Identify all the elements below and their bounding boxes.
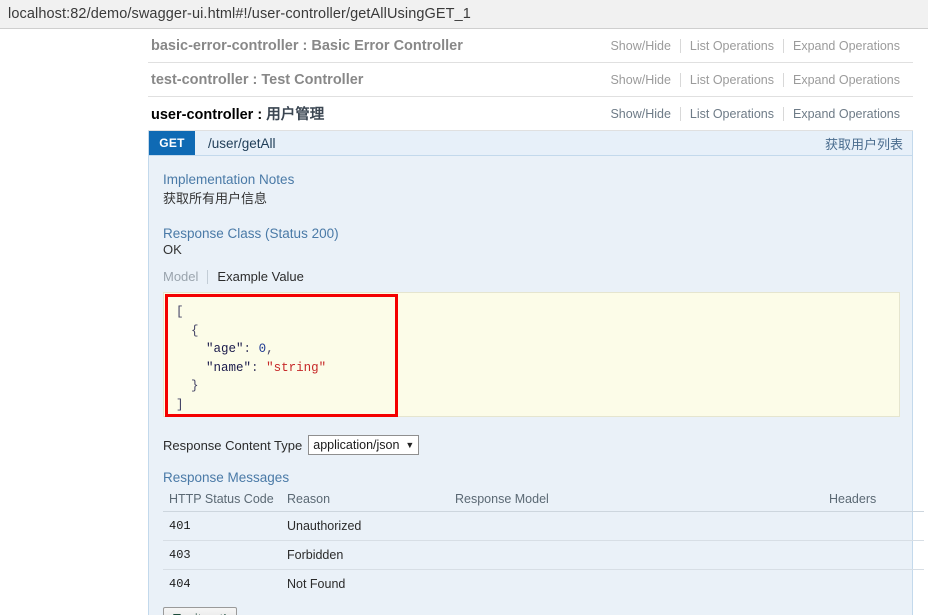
- show-hide-link[interactable]: Show/Hide: [601, 107, 679, 121]
- implementation-notes-heading: Implementation Notes: [163, 172, 295, 187]
- swagger-ui-container: basic-error-controller : Basic Error Con…: [148, 29, 924, 615]
- table-header-row: HTTP Status Code Reason Response Model H…: [163, 489, 924, 512]
- cell-headers: [823, 511, 924, 541]
- cell-headers: [823, 570, 924, 599]
- resource-operations-links: Show/Hide List Operations Expand Operati…: [601, 106, 909, 121]
- cell-status-code: 404: [169, 577, 191, 591]
- divider: [207, 269, 209, 284]
- tab-model[interactable]: Model: [163, 269, 207, 284]
- cell-response-model: [449, 570, 823, 599]
- page-body: basic-error-controller : Basic Error Con…: [0, 29, 928, 615]
- resource-title: user-controller : 用户管理: [151, 103, 324, 124]
- response-content-type-label: Response Content Type: [163, 437, 303, 453]
- http-method-badge: GET: [149, 131, 195, 155]
- resource-name: basic-error-controller: [151, 37, 299, 54]
- chevron-down-icon: ▼: [405, 440, 415, 450]
- operation-summary: 获取用户列表: [824, 136, 903, 152]
- show-hide-link[interactable]: Show/Hide: [601, 73, 679, 87]
- resource-name: user-controller: [151, 107, 254, 123]
- resource-user-controller[interactable]: user-controller : 用户管理 Show/Hide List Op…: [148, 97, 913, 131]
- resource-separator: :: [298, 37, 312, 54]
- resource-description: 用户管理: [266, 107, 325, 123]
- resource-separator: :: [253, 107, 267, 123]
- cell-response-model: [449, 540, 823, 570]
- model-example-tabs: Model Example Value: [163, 269, 898, 284]
- response-messages-heading: Response Messages: [163, 470, 290, 485]
- expand-operations-link[interactable]: Expand Operations: [784, 73, 909, 87]
- cell-response-model: [449, 511, 823, 541]
- resource-separator: :: [248, 71, 262, 88]
- show-hide-link[interactable]: Show/Hide: [601, 39, 679, 53]
- response-content-type-row: Response Content Type application/json ▼: [163, 435, 898, 455]
- list-operations-link[interactable]: List Operations: [681, 107, 783, 121]
- tab-example-value[interactable]: Example Value: [217, 269, 312, 284]
- resource-description: Test Controller: [261, 71, 364, 88]
- browser-url-bar[interactable]: localhost:82/demo/swagger-ui.html#!/user…: [0, 0, 928, 29]
- operation-get-user-getall: GET /user/getAll 获取用户列表 Implementation N…: [148, 131, 924, 615]
- cell-reason: Forbidden: [281, 540, 449, 570]
- resource-title: test-controller : Test Controller: [151, 72, 363, 88]
- table-row: 404 Not Found: [163, 570, 924, 599]
- resource-name: test-controller: [151, 71, 249, 88]
- response-content-type-value: application/json: [313, 438, 400, 452]
- example-value-box: [ { "age": 0, "name": "string" } ]: [163, 292, 900, 417]
- expand-operations-link[interactable]: Expand Operations: [784, 107, 909, 121]
- response-class-heading: Response Class (Status 200): [163, 226, 339, 241]
- example-value-code: [ { "age": 0, "name": "string" } ]: [176, 305, 327, 412]
- table-row: 403 Forbidden: [163, 540, 924, 570]
- cell-reason: Unauthorized: [281, 511, 449, 541]
- example-value-container: [ { "age": 0, "name": "string" } ]: [163, 292, 900, 417]
- list-operations-link[interactable]: List Operations: [681, 39, 783, 53]
- cell-status-code: 401: [163, 511, 281, 541]
- resource-operations-links: Show/Hide List Operations Expand Operati…: [601, 38, 909, 53]
- response-content-type-select[interactable]: application/json ▼: [308, 435, 420, 455]
- column-header-response-model: Response Model: [449, 489, 823, 512]
- column-header-status-code: HTTP Status Code: [163, 489, 281, 512]
- cell-headers: [823, 540, 924, 570]
- url-text[interactable]: localhost:82/demo/swagger-ui.html#!/user…: [8, 6, 471, 22]
- cell-reason: Not Found: [287, 577, 346, 591]
- resource-title: basic-error-controller : Basic Error Con…: [151, 38, 463, 54]
- table-row: 401 Unauthorized: [163, 511, 924, 541]
- try-it-out-button[interactable]: Try it out!: [163, 607, 237, 615]
- response-class-text: OK: [163, 242, 182, 257]
- response-messages-table: HTTP Status Code Reason Response Model H…: [163, 489, 924, 598]
- expand-operations-link[interactable]: Expand Operations: [784, 39, 909, 53]
- resource-test-controller[interactable]: test-controller : Test Controller Show/H…: [148, 63, 913, 97]
- operation-heading[interactable]: GET /user/getAll 获取用户列表: [149, 131, 912, 156]
- cell-status-code: 403: [163, 540, 281, 570]
- list-operations-link[interactable]: List Operations: [681, 73, 783, 87]
- column-header-reason: Reason: [281, 489, 449, 512]
- column-header-headers: Headers: [823, 489, 924, 512]
- operation-path[interactable]: /user/getAll: [195, 136, 825, 151]
- resource-description: Basic Error Controller: [311, 37, 463, 54]
- resource-operations-links: Show/Hide List Operations Expand Operati…: [601, 72, 909, 87]
- operation-body: Implementation Notes 获取所有用户信息 Response C…: [149, 156, 924, 615]
- resource-basic-error-controller[interactable]: basic-error-controller : Basic Error Con…: [148, 29, 913, 63]
- implementation-notes-text: 获取所有用户信息: [163, 191, 268, 206]
